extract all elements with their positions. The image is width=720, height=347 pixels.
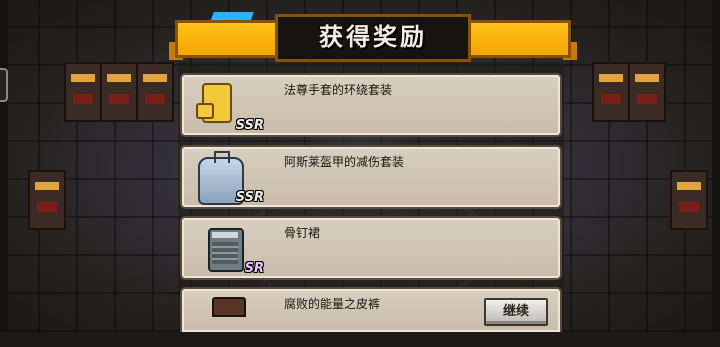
rarity-badge: SSR bbox=[235, 118, 264, 133]
bone-skirt-icon bbox=[208, 228, 244, 272]
screen-edge bbox=[712, 0, 720, 332]
item-icon-frame: SSR bbox=[192, 81, 264, 133]
rarity-badge: SR bbox=[244, 261, 264, 276]
tiki-totem-decoration bbox=[628, 62, 666, 122]
tiki-totem-decoration bbox=[670, 170, 708, 230]
tiki-totem-decoration bbox=[100, 62, 138, 122]
leather-pants-icon bbox=[212, 297, 246, 317]
item-icon-frame: SSR bbox=[192, 151, 264, 205]
item-icon-frame bbox=[192, 295, 264, 347]
rarity-badge: SSR bbox=[235, 190, 264, 205]
tiki-totem-decoration bbox=[136, 62, 174, 122]
item-icon-frame: SR bbox=[192, 224, 264, 276]
screen-edge bbox=[0, 0, 8, 332]
item-name: 法尊手套的环绕套装 bbox=[284, 83, 393, 97]
item-name: 腐败的能量之皮裤 bbox=[284, 297, 381, 311]
golden-glove-icon bbox=[196, 83, 232, 123]
side-drawer-handle[interactable] bbox=[0, 68, 8, 102]
item-name: 骨钉裙 bbox=[284, 226, 321, 240]
tiki-totem-decoration bbox=[64, 62, 102, 122]
continue-button[interactable]: 继续 bbox=[484, 298, 548, 326]
reward-item[interactable]: SSR 阿斯莱盔甲的减伤套装 bbox=[180, 145, 562, 209]
reward-banner: 获得奖励 bbox=[169, 14, 577, 62]
item-name: 阿斯莱盔甲的减伤套装 bbox=[284, 155, 405, 169]
tiki-totem-decoration bbox=[28, 170, 66, 230]
page-title: 获得奖励 bbox=[319, 23, 427, 51]
reward-item[interactable]: SR 骨钉裙 bbox=[180, 216, 562, 280]
reward-item[interactable]: SSR 法尊手套的环绕套装 bbox=[180, 73, 562, 137]
tiki-totem-decoration bbox=[592, 62, 630, 122]
